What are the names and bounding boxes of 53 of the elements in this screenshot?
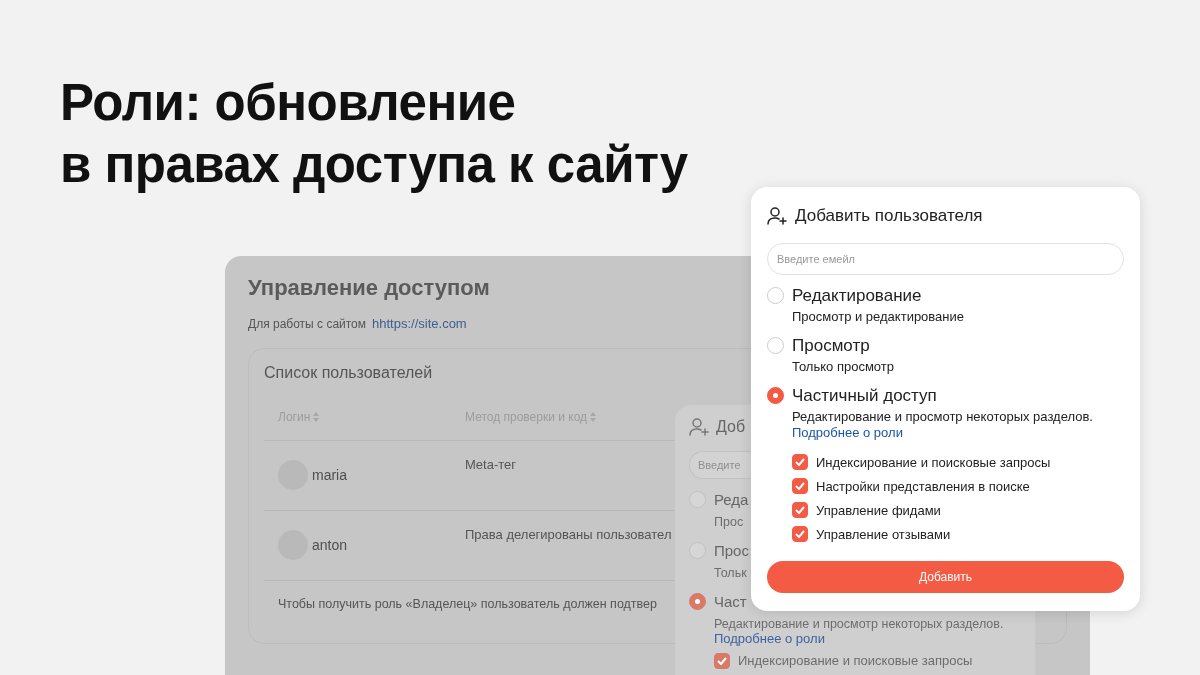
permission-label: Индексирование и поисковые запросы xyxy=(816,453,1051,471)
note-text: Чтобы получить роль «Владелец» пользователь должен подтвер xyxy=(278,595,657,613)
role-description: Редактирование и просмотр некоторых разделов. xyxy=(792,407,1093,425)
table-cell-text: Права делегированы пользовател xyxy=(465,525,672,544)
checkbox[interactable] xyxy=(792,502,808,518)
user-login: anton xyxy=(312,535,348,555)
email-field[interactable]: Введите емейл xyxy=(767,242,1124,275)
sort-icon xyxy=(311,410,322,423)
radio-button[interactable] xyxy=(767,336,784,354)
check-icon xyxy=(795,458,805,466)
add-button[interactable]: Добавить xyxy=(767,560,1124,593)
headline: в правах доступа к сайту xyxy=(60,135,688,195)
permission-label: Управление фидами xyxy=(816,501,941,519)
add-user-icon xyxy=(689,417,711,437)
headline: Роли: обновление xyxy=(60,73,517,133)
email-field[interactable]: Введите xyxy=(689,451,751,479)
permission-label: Индексирование и поисковые запросы xyxy=(738,652,973,669)
checkbox[interactable] xyxy=(714,652,730,669)
role-description: Только просмотр xyxy=(792,357,894,375)
check-icon xyxy=(795,482,805,490)
user-login: maria xyxy=(312,465,347,485)
role-title: Редактирование xyxy=(792,284,923,306)
page-title: Управление доступом xyxy=(248,274,490,302)
check-icon xyxy=(795,530,805,538)
site-link[interactable]: hhttps://site.com xyxy=(372,316,467,331)
dialog-title: Доб xyxy=(716,417,746,437)
dialog-title: Добавить пользователя xyxy=(795,205,983,227)
role-description: Тольк xyxy=(714,565,748,581)
role-title: Частичный доступ xyxy=(792,384,938,406)
check-icon xyxy=(795,506,805,514)
sort-icon xyxy=(588,410,599,423)
permission-label: Настройки представления в поиске xyxy=(816,477,1030,495)
radio-button[interactable] xyxy=(767,286,784,304)
role-description: Редактирование и просмотр некоторых разделов. xyxy=(714,616,1004,632)
role-description: Прос xyxy=(714,514,745,530)
checkbox[interactable] xyxy=(792,526,808,542)
checkbox[interactable] xyxy=(792,478,808,494)
subtitle-text: Для работы с сайтом xyxy=(248,317,367,331)
check-icon xyxy=(717,656,727,665)
role-title: Реда xyxy=(714,490,749,510)
role-title: Прос xyxy=(714,541,749,561)
card-title: Список пользователей xyxy=(264,362,433,382)
radio-button[interactable] xyxy=(689,593,706,610)
role-title: Част xyxy=(714,592,748,612)
add-user-icon xyxy=(767,205,789,226)
role-link[interactable]: Подробнее о роли xyxy=(792,424,1093,440)
radio-button[interactable] xyxy=(767,386,784,404)
role-description: Просмотр и редактирование xyxy=(792,307,964,325)
checkbox[interactable] xyxy=(792,454,808,470)
table-cell-text: Meta-тег xyxy=(465,455,516,474)
role-title: Просмотр xyxy=(792,334,871,356)
role-link[interactable]: Подробнее о роли xyxy=(714,632,1004,646)
permission-label: Управление отзывами xyxy=(816,525,951,543)
